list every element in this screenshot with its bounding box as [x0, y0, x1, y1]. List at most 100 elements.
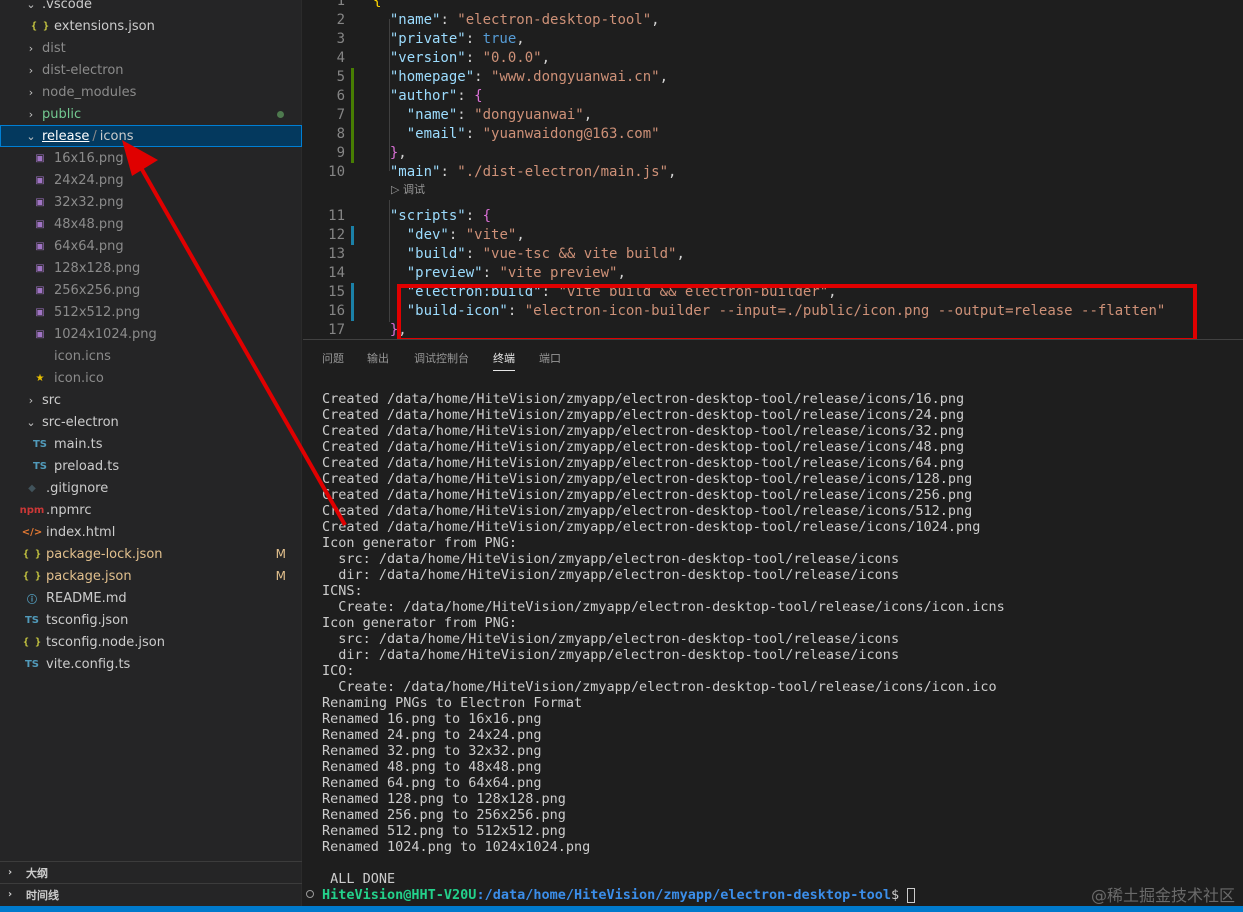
diff-gutter-marker [351, 226, 354, 245]
code-line[interactable]: 7 "name": "dongyuanwai", [303, 106, 1243, 125]
panel-tab[interactable]: 问题 [322, 350, 344, 366]
explorer-item-src[interactable]: › src [0, 389, 302, 411]
explorer-item-vite-config-ts[interactable]: TS vite.config.ts [0, 653, 302, 675]
explorer-item-dist-electron[interactable]: › dist-electron [0, 59, 302, 81]
explorer-item-npmrc[interactable]: npm .npmrc [0, 499, 302, 521]
explorer-item-index-html[interactable]: </> index.html [0, 521, 302, 543]
code-line[interactable]: 2 "name": "electron-desktop-tool", [303, 11, 1243, 30]
terminal-output[interactable]: Created /data/home/HiteVision/zmyapp/ele… [322, 391, 1242, 903]
code-token: "electron:build" [406, 284, 542, 300]
codelens-label: 调试 [402, 183, 425, 196]
terminal-line: Create: /data/home/HiteVision/zmyapp/ele… [322, 679, 997, 695]
terminal-line: Created /data/home/HiteVision/zmyapp/ele… [322, 407, 965, 423]
line-number: 1 [336, 0, 345, 9]
code-token: : [440, 164, 458, 180]
explorer-item-readme-md[interactable]: ⓘ README.md [0, 587, 302, 609]
explorer-item-dist[interactable]: › dist [0, 37, 302, 59]
compact-folder-segment[interactable]: icons [100, 129, 134, 144]
explorer-item-512x512-png[interactable]: ▣ 512x512.png [0, 301, 302, 323]
debug-codelens[interactable]: ▷ 调试 [391, 181, 425, 197]
panel-tab[interactable]: 端口 [539, 350, 561, 366]
explorer-item-package-json[interactable]: { } package.json M [0, 565, 302, 587]
terminal-line: Created /data/home/HiteVision/zmyapp/ele… [322, 519, 981, 535]
code-editor[interactable]: 1{2 "name": "electron-desktop-tool", 3 "p… [303, 0, 1243, 338]
explorer-item-icon-ico[interactable]: ★ icon.ico [0, 367, 302, 389]
code-line[interactable]: 14 "preview": "vite preview", [303, 264, 1243, 283]
explorer-item-64x64-png[interactable]: ▣ 64x64.png [0, 235, 302, 257]
explorer-item-32x32-png[interactable]: ▣ 32x32.png [0, 191, 302, 213]
panel-tab[interactable]: 输出 [367, 350, 389, 366]
code-line[interactable]: 5 "homepage": "www.dongyuanwai.cn", [303, 68, 1243, 87]
code-token: : [465, 50, 483, 66]
code-line[interactable]: 12 "dev": "vite", [303, 226, 1243, 245]
terminal-line: Renamed 1024.png to 1024x1024.png [322, 839, 591, 855]
explorer-item-label: icon.ico [54, 370, 104, 386]
diff-gutter-marker [351, 125, 354, 144]
explorer-item-public[interactable]: › public [0, 103, 302, 125]
line-number: 15 [328, 284, 345, 300]
code-token: : [482, 265, 500, 281]
terminal-line: src: /data/home/HiteVision/zmyapp/electr… [322, 631, 900, 647]
code-line[interactable]: 4 "version": "0.0.0", [303, 49, 1243, 68]
explorer-item-extensions-json[interactable]: { } extensions.json [0, 15, 302, 37]
code-line[interactable]: 8 "email": "yuanwaidong@163.com" [303, 125, 1243, 144]
terminal-line: dir: /data/home/HiteVision/zmyapp/electr… [322, 647, 900, 663]
code-token: : [465, 126, 483, 142]
timeline-label: 时间线 [26, 888, 59, 902]
terminal-line: Created /data/home/HiteVision/zmyapp/ele… [322, 471, 973, 487]
code-line[interactable]: 13 "build": "vue-tsc && vite build", [303, 245, 1243, 264]
code-token: "private" [389, 31, 466, 47]
code-line[interactable]: 3 "private": true, [303, 30, 1243, 49]
explorer-item-main-ts[interactable]: TS main.ts [0, 433, 302, 455]
code-line[interactable]: 17 }, [303, 321, 1243, 338]
explorer-item-128x128-png[interactable]: ▣ 128x128.png [0, 257, 302, 279]
code-token: : [541, 284, 559, 300]
explorer-item-256x256-png[interactable]: ▣ 256x256.png [0, 279, 302, 301]
code-line[interactable]: 15 "electron:build": "vite build && elec… [303, 283, 1243, 302]
explorer-item-label: tsconfig.json [46, 612, 129, 628]
code-line[interactable]: 10 "main": "./dist-electron/main.js", [303, 163, 1243, 182]
explorer-item-label: 512x512.png [54, 304, 141, 320]
code-token: : [448, 227, 466, 243]
code-line[interactable]: 11 "scripts": { [303, 207, 1243, 226]
code-token: , [659, 69, 669, 85]
terminal-line: Renamed 64.png to 64x64.png [322, 775, 542, 791]
outline-section-header[interactable]: › 大纲 [0, 861, 302, 883]
explorer-item-src-electron[interactable]: ⌄ src-electron [0, 411, 302, 433]
timeline-section-header[interactable]: › 时间线 [0, 883, 302, 905]
panel-tab[interactable]: 调试控制台 [414, 350, 469, 366]
explorer-item-package-lock-json[interactable]: { } package-lock.json M [0, 543, 302, 565]
explorer-item-release[interactable]: ⌄ release / icons [0, 125, 302, 147]
code-line[interactable]: 9 }, [303, 144, 1243, 163]
explorer-item-16x16-png[interactable]: ▣ 16x16.png [0, 147, 302, 169]
code-line[interactable]: 6 "author": { [303, 87, 1243, 106]
explorer-item-vscode[interactable]: ⌄ .vscode [0, 0, 302, 15]
code-line[interactable]: 1{ [303, 0, 1243, 11]
explorer-item-48x48-png[interactable]: ▣ 48x48.png [0, 213, 302, 235]
code-token: "./dist-electron/main.js" [457, 164, 669, 180]
explorer-item-tsconfig-json[interactable]: TS tsconfig.json [0, 609, 302, 631]
explorer-item-preload-ts[interactable]: TS preload.ts [0, 455, 302, 477]
terminal-line: Create: /data/home/HiteVision/zmyapp/ele… [322, 599, 1005, 615]
explorer-item-icon-icns[interactable]: icon.icns [0, 345, 302, 367]
explorer-item-24x24-png[interactable]: ▣ 24x24.png [0, 169, 302, 191]
code-line[interactable]: 16 "build-icon": "electron-icon-builder … [303, 302, 1243, 321]
panel-tab[interactable]: 终端 [493, 350, 515, 371]
code-token: { [373, 0, 382, 9]
explorer-item-1024x1024-png[interactable]: ▣ 1024x1024.png [0, 323, 302, 345]
explorer-item-label: icon.icns [54, 348, 111, 364]
code-text: "main": "./dist-electron/main.js", [373, 163, 677, 182]
diff-gutter-marker [351, 283, 354, 302]
code-token: : [465, 31, 483, 47]
explorer-item-tsconfig-node-json[interactable]: { } tsconfig.node.json [0, 631, 302, 653]
explorer-item-gitignore[interactable]: ◆ .gitignore [0, 477, 302, 499]
line-number: 2 [336, 12, 345, 28]
explorer-item-node-modules[interactable]: › node_modules [0, 81, 302, 103]
typescript-file-icon: TS [24, 658, 40, 670]
